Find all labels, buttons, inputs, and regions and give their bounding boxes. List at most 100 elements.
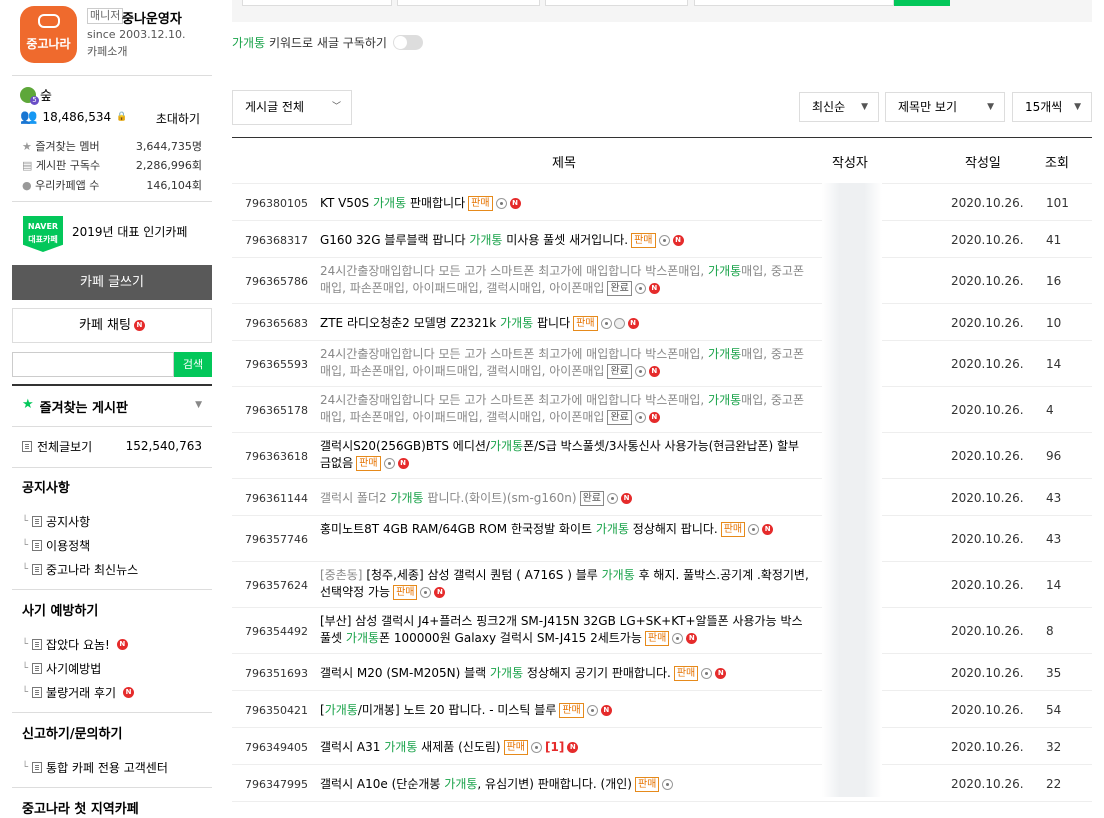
invite-link[interactable]: 초대하기 [156, 110, 200, 127]
member-count[interactable]: 👥 18,486,534 🔒 [20, 109, 127, 125]
manager-name[interactable]: 중나운영자 [122, 8, 182, 27]
status-badge: 판매 [468, 195, 493, 211]
board-caught[interactable]: └ 잡았다 요놈! N [22, 636, 128, 653]
post-views: 14 [1046, 357, 1062, 371]
post-number: 796354492 [245, 625, 308, 638]
post-title-link[interactable]: 24시간출장매입합니다 모든 고가 스마트폰 최고가에 매입합니다 박스폰매입,… [320, 392, 810, 426]
post-title-link[interactable]: 24시간출장매입합니다 모든 고가 스마트폰 최고가에 매입합니다 박스폰매입,… [320, 263, 810, 297]
header-views: 조회 [1045, 156, 1069, 171]
title-text: /미개봉] 노트 20 팝니다. - 미스틱 블루 [357, 702, 557, 717]
attachment-icon [495, 197, 507, 209]
post-number: 796365683 [245, 316, 308, 330]
board-icon [32, 516, 43, 527]
status-badge: 판매 [644, 631, 670, 646]
post-date: 2020.10.26. [951, 274, 1024, 288]
header-date: 작성일 [965, 156, 1001, 171]
post-number: 796380105 [245, 196, 308, 210]
attachment-icon [383, 458, 395, 469]
post-number: 796368317 [245, 233, 308, 247]
caret-down-icon: ▼ [987, 102, 994, 112]
post-title-link[interactable]: KT V50S 가개통 판매합니다 판매 N [320, 195, 810, 212]
post-title-link[interactable]: 갤럭시 A31 가개통 새제품 (신도림) 판매 [1] N [320, 739, 810, 756]
comment-count[interactable]: [1] [545, 740, 564, 754]
post-title-link[interactable]: G160 32G 블루블랙 팝니다 가개통 미사용 풀셋 새거입니다. 판매 N [320, 232, 810, 249]
post-title-link[interactable]: [중촌동] [청주,세종] 삼성 갤럭시 퀀텀 ( A716S ) 블루 가개통… [320, 567, 810, 601]
divider [12, 384, 212, 386]
post-title-link[interactable]: 갤럭시S20(256GB)BTS 에디션/가개통폰/S급 박스풀셋/3사통신사 … [320, 438, 810, 472]
chevron-down-icon[interactable]: ▼ [195, 400, 202, 410]
fav-boards[interactable]: ★ 즐겨찾는 게시판 [22, 397, 128, 416]
board-support[interactable]: └ 통합 카페 전용 고객센터 [22, 759, 168, 776]
post-date: 2020.10.26. [951, 490, 1024, 505]
write-button[interactable]: 카페 글쓰기 [12, 265, 212, 300]
search-submit-button[interactable] [894, 0, 950, 6]
search-button[interactable]: 검색 [174, 352, 212, 377]
status-badge: 완료 [607, 364, 632, 379]
chat-button[interactable]: 카페 채팅 N [12, 308, 212, 343]
manager-badge: 매니저 [87, 8, 124, 24]
divider [12, 787, 212, 788]
title-text: 미사용 풀셋 새거입니다. [502, 232, 629, 247]
title-text: 가개통 [444, 776, 478, 791]
post-title-link[interactable]: 홍미노트8T 4GB RAM/64GB ROM 한국정발 화이트 가개통 정상해… [320, 521, 810, 538]
board-bad-deals[interactable]: └ 불량거래 후기 N [22, 684, 135, 701]
title-text: [중촌동] [320, 568, 367, 582]
board-policy[interactable]: └ 이용정책 [22, 537, 90, 554]
title-text: 갤럭시 A31 [320, 739, 385, 754]
divider [12, 712, 212, 713]
all-posts-link[interactable]: 전체글보기 [22, 438, 92, 455]
post-number: 796363618 [245, 450, 308, 463]
post-title-link[interactable]: [가개통/미개봉] 노트 20 팝니다. - 미스틱 블루 판매 N [320, 702, 810, 719]
new-icon: N [686, 633, 698, 644]
title-text: 24시간출장매입합니다 모든 고가 스마트폰 최고가에 매입합니다 박스폰매입, [320, 393, 709, 407]
subscribe-toggle[interactable] [392, 35, 423, 50]
search-field-1[interactable] [242, 0, 392, 6]
sort-select[interactable]: 최신순 ▼ [799, 92, 879, 122]
post-title-link[interactable]: 갤럭시 A10e (단순개봉 가개통, 유심기변) 판매합니다. (개인) 판매 [320, 776, 810, 793]
post-number: 796351693 [245, 666, 308, 680]
attachment-icon [420, 587, 432, 598]
post-title-link[interactable]: 24시간출장매입합니다 모든 고가 스마트폰 최고가에 매입합니다 박스폰매입,… [320, 346, 810, 380]
board-news[interactable]: └ 중고나라 최신뉴스 [22, 561, 138, 578]
table-row: 796351693 갤럭시 M20 (SM-M205N) 블랙 가개통 정상해지 … [232, 654, 1092, 691]
board-icon [32, 540, 43, 551]
title-text: ZTE 라디오청춘2 모델명 Z2321k [320, 315, 501, 330]
search-input[interactable] [12, 352, 174, 377]
search-field-3[interactable] [545, 0, 688, 6]
board-fraud-tips[interactable]: └ 사기예방법 [22, 660, 101, 677]
status-badge: 판매 [393, 585, 418, 600]
table-row: 796347995 갤럭시 A10e (단순개봉 가개통, 유심기변) 판매합니다… [232, 765, 1092, 802]
link-icon [613, 317, 625, 329]
post-filter-select[interactable]: 게시글 전체 ﹀ [232, 90, 352, 125]
post-views: 32 [1046, 739, 1062, 754]
board-icon: ▤ [22, 159, 33, 172]
post-title-link[interactable]: [부산] 삼성 갤럭시 J4+플러스 핑크2개 SM-J415N 32GB LG… [320, 613, 810, 647]
search-field-2[interactable] [397, 0, 540, 6]
new-icon: N [627, 317, 639, 329]
view-select[interactable]: 제목만 보기 ▼ [885, 92, 1005, 122]
cafe-logo[interactable]: 중고나라 [20, 6, 77, 63]
title-text: 가개통 [601, 568, 635, 582]
since-date: since 2003.12.10. [87, 28, 186, 41]
per-page-select[interactable]: 15개씩 ▼ [1012, 92, 1092, 122]
post-title-link[interactable]: ZTE 라디오청춘2 모델명 Z2321k 가개통 팝니다 판매 N [320, 315, 810, 332]
new-icon: N [567, 741, 579, 753]
status-badge: 판매 [673, 665, 699, 681]
post-title-link[interactable]: 갤럭시 M20 (SM-M205N) 블랙 가개통 정상해지 공기기 판매합니다… [320, 665, 810, 682]
table-row: 796350421 [가개통/미개봉] 노트 20 팝니다. - 미스틱 블루 판매… [232, 691, 1092, 728]
post-title-link[interactable]: 갤럭시 폴더2 가개통 팝니다.(화이트)(sm-g160n) 완료 N [320, 490, 810, 507]
cafe-intro-link[interactable]: 카페소개 [87, 43, 127, 59]
search-field-4[interactable] [694, 0, 894, 6]
title-text: 가개통 [500, 315, 534, 330]
post-date: 2020.10.26. [951, 702, 1024, 717]
post-number: 796365786 [245, 275, 308, 288]
status-badge: 판매 [503, 739, 528, 755]
board-notice[interactable]: └ 공지사항 [22, 513, 90, 530]
title-text: 가개통 [469, 232, 503, 247]
board-icon [22, 441, 32, 452]
table-row: 796365683 ZTE 라디오청춘2 모델명 Z2321k 가개통 팝니다 판매… [232, 304, 1092, 341]
title-text: 가개통 [708, 264, 742, 278]
star-icon: ★ [22, 140, 32, 153]
attachment-icon [658, 234, 670, 246]
post-date: 2020.10.26. [951, 776, 1024, 791]
